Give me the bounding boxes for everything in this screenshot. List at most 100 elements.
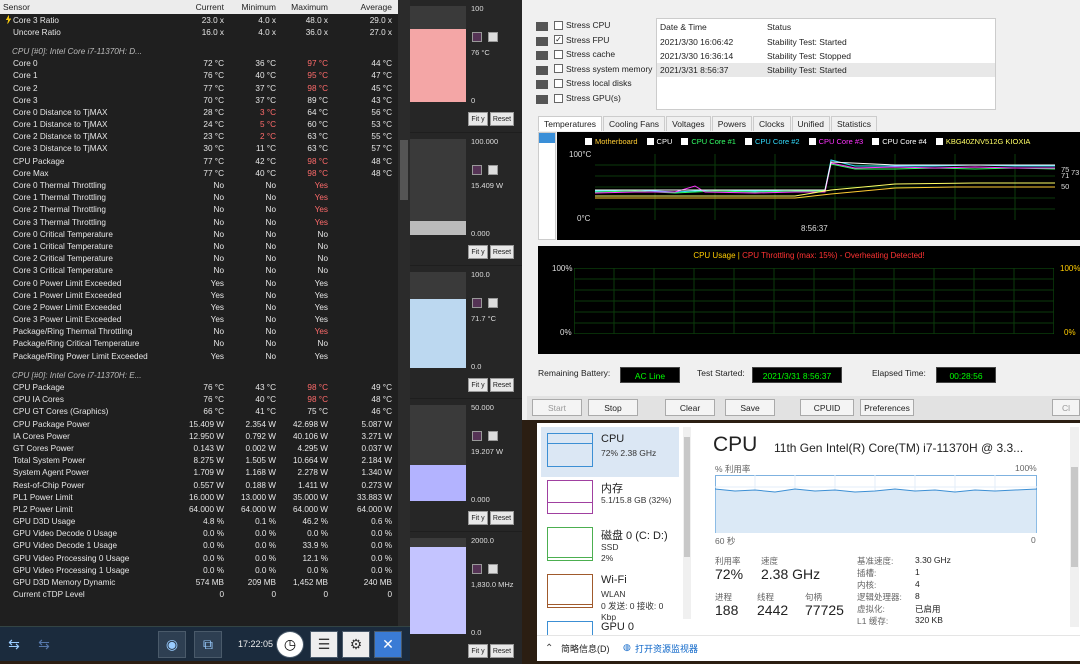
legend-item[interactable]: CPU <box>646 137 672 146</box>
sensor-row[interactable]: Core 3 70 °C 37 °C 89 °C 43 °C <box>0 94 398 106</box>
legend-check-icon[interactable] <box>646 138 654 145</box>
graph-close-icon[interactable] <box>488 298 498 308</box>
sensor-row[interactable]: GT Cores Power 0.143 W 0.002 W 4.295 W 0.037… <box>0 15 398 454</box>
checkbox-icon[interactable] <box>554 64 563 74</box>
sensor-row[interactable]: CPU Package 77 °C 42 °C 98 °C 48 °C <box>0 155 398 167</box>
sensor-row[interactable]: Core 0 Critical Temperature No No No <box>0 228 398 240</box>
sensor-row[interactable]: Core 3 Distance to TjMAX 30 °C 11 °C 63 °C 5… <box>0 143 398 155</box>
open-resource-monitor-link[interactable]: 打开资源监视器 <box>635 642 698 655</box>
graph-close-icon[interactable] <box>488 165 498 175</box>
nav-arrows-dim-icon[interactable]: ⇆ <box>32 631 56 658</box>
cpuid-button[interactable]: CPUID <box>800 399 854 416</box>
legend-check-icon[interactable] <box>872 138 880 145</box>
sensor-row[interactable]: Core 3 Thermal Throttling No No Yes <box>0 216 398 228</box>
fit-y-button[interactable]: Fit y <box>468 644 488 658</box>
col-sensor[interactable]: Sensor <box>0 2 178 12</box>
sensor-group[interactable]: CPU [#0]: Intel Core i7-11370H: D... <box>0 45 398 57</box>
sensor-row[interactable]: CPU Package 76 °C 43 °C 98 °C 49 °C <box>0 381 398 393</box>
stress-checkbox[interactable]: Stress system memory <box>554 64 652 74</box>
sensor-row[interactable]: CPU IA Cores 76 °C 40 °C 98 °C 48 °C <box>0 394 398 406</box>
stress-checkbox[interactable]: Stress GPU(s) <box>554 93 621 103</box>
legend-item[interactable]: Motherboard <box>585 137 638 146</box>
sensor-row[interactable]: Core 3 Critical Temperature No No No <box>0 265 398 277</box>
log-row[interactable]: 2021/3/30 16:06:42 Stability Test: Starte… <box>657 35 995 49</box>
graph-close-icon[interactable] <box>488 32 498 42</box>
tab-clocks[interactable]: Clocks <box>753 116 791 131</box>
sensor-row[interactable]: Core 3 Ratio 23.0 x 4.0 x 48.0 x 29.0 x <box>0 14 398 26</box>
sensor-row[interactable]: Current cTDP Level 0 0 0 0 <box>0 589 398 601</box>
graph-close-icon[interactable] <box>488 564 498 574</box>
color-swatch[interactable] <box>472 165 482 175</box>
col-current[interactable]: Current <box>178 2 230 12</box>
scroll-thumb[interactable] <box>400 140 408 200</box>
tab-voltages[interactable]: Voltages <box>666 116 711 131</box>
stress-checkbox[interactable]: Stress cache <box>554 49 615 59</box>
sensor-row[interactable]: Package/Ring Thermal Throttling No No Yes <box>0 326 398 338</box>
checkbox-icon[interactable] <box>554 49 563 59</box>
color-swatch[interactable] <box>472 431 482 441</box>
log-row[interactable]: 2021/3/30 16:36:14 Stability Test: Stoppe… <box>657 49 995 63</box>
clear-button[interactable]: Clear <box>665 399 715 416</box>
checkbox-icon[interactable] <box>554 93 563 103</box>
sidebar-scrollbar[interactable] <box>683 427 691 619</box>
legend-item[interactable]: KBG40ZNV512G KIOXIA <box>935 137 1030 146</box>
sensor-row[interactable]: Core 3 Power Limit Exceeded Yes No Yes <box>0 314 398 326</box>
color-swatch[interactable] <box>472 564 482 574</box>
col-minimum[interactable]: Minimum <box>230 2 282 12</box>
clock-icon[interactable]: ◷ <box>276 631 304 658</box>
sensor-row[interactable]: Core 2 77 °C 37 °C 98 °C 45 °C <box>0 82 398 94</box>
legend-item[interactable]: CPU Core #2 <box>744 137 800 146</box>
reset-button[interactable]: Reset <box>490 511 514 525</box>
perf-item[interactable]: 内存 5.1/15.8 GB (32%) <box>541 474 679 524</box>
sensor-row[interactable]: Core 2 Critical Temperature No No No <box>0 253 398 265</box>
sensor-row[interactable]: Core 1 Distance to TjMAX 24 °C 5 °C 60 °C 53… <box>0 119 398 131</box>
start-button[interactable]: Start <box>532 399 582 416</box>
legend-item[interactable]: CPU Core #1 <box>681 137 736 146</box>
graph-close-icon[interactable] <box>488 431 498 441</box>
tab-powers[interactable]: Powers <box>711 116 753 131</box>
legend-check-icon[interactable] <box>585 138 592 145</box>
sensor-row[interactable]: Uncore Ratio 16.0 x 4.0 x 36.0 x 27.0 x <box>0 26 398 38</box>
fewer-details-link[interactable]: 简略信息(D) <box>561 642 610 655</box>
checkbox-icon[interactable] <box>554 20 563 30</box>
sensor-row[interactable]: Core 0 Distance to TjMAX 28 °C 3 °C 64 °C 56… <box>0 106 398 118</box>
color-swatch[interactable] <box>472 32 482 42</box>
sensor-row[interactable]: Package/Ring Critical Temperature No No No <box>0 338 398 350</box>
sensor-row[interactable]: Core 1 76 °C 40 °C 95 °C 47 °C <box>0 70 398 82</box>
reset-button[interactable]: Reset <box>490 245 514 259</box>
sensor-row[interactable]: Total System Power 8.275 W 1.505 W 10.664 W… <box>0 15 398 467</box>
legend-check-icon[interactable] <box>935 138 943 145</box>
gear-icon[interactable]: ⚙ <box>342 631 370 658</box>
sensor-row[interactable]: Core 0 Thermal Throttling No No Yes <box>0 179 398 191</box>
preferences-button[interactable]: Preferences <box>860 399 914 416</box>
sensor-row[interactable]: Core 1 Thermal Throttling No No Yes <box>0 192 398 204</box>
sensor-row[interactable]: Core 2 Distance to TjMAX 23 °C 2 °C 63 °C 55… <box>0 131 398 143</box>
sensor-row[interactable]: PL2 Power Limit 64.000 W 64.000 W 64.000 W 6… <box>0 15 398 515</box>
reset-button[interactable]: Reset <box>490 378 514 392</box>
sensor-list[interactable]: Core 3 Ratio 23.0 x 4.0 x 48.0 x 29.0 x Uncor… <box>0 14 398 626</box>
fit-y-button[interactable]: Fit y <box>468 245 488 259</box>
report-icon[interactable]: ☰ <box>310 631 338 658</box>
network-icon[interactable]: ◉ <box>158 631 186 658</box>
col-average[interactable]: Average <box>334 2 398 12</box>
sensor-row[interactable]: Core Max 77 °C 40 °C 98 °C 48 °C <box>0 167 398 179</box>
perf-item[interactable]: CPU 72% 2.38 GHz <box>541 427 679 477</box>
sensor-row[interactable]: GPU Video Processing 1 Usage 0.0 % 0.0 % 0.… <box>0 564 398 576</box>
sensor-row[interactable]: Rest-of-Chip Power 0.557 W 0.188 W 1.411 W 0… <box>0 15 398 491</box>
sensor-row[interactable]: Core 2 Thermal Throttling No No Yes <box>0 204 398 216</box>
checkbox-icon[interactable] <box>554 78 563 88</box>
sensor-row[interactable]: Core 2 Power Limit Exceeded Yes No Yes <box>0 301 398 313</box>
stress-checkbox[interactable]: Stress local disks <box>554 78 632 88</box>
sensor-row[interactable]: GPU Video Decode 1 Usage 0.0 % 0.0 % 33.9 %… <box>0 540 398 552</box>
save-button[interactable]: Save <box>725 399 775 416</box>
reset-button[interactable]: Reset <box>490 112 514 126</box>
reset-button[interactable]: Reset <box>490 644 514 658</box>
chevron-up-icon[interactable]: ⌃ <box>545 643 553 654</box>
sensor-row[interactable]: GPU D3D Usage 4.8 % 0.1 % 46.2 % 0.6 % <box>0 516 398 528</box>
color-swatch[interactable] <box>472 298 482 308</box>
tab-temperatures[interactable]: Temperatures <box>538 116 602 131</box>
tab-statistics[interactable]: Statistics <box>831 116 878 131</box>
log-row[interactable]: 2021/3/31 8:56:37 Stability Test: Started <box>657 63 995 77</box>
legend-item[interactable]: CPU Core #3 <box>808 137 863 146</box>
sensor-row[interactable]: System Agent Power 1.709 W 1.168 W 2.278 W 1… <box>0 15 398 479</box>
